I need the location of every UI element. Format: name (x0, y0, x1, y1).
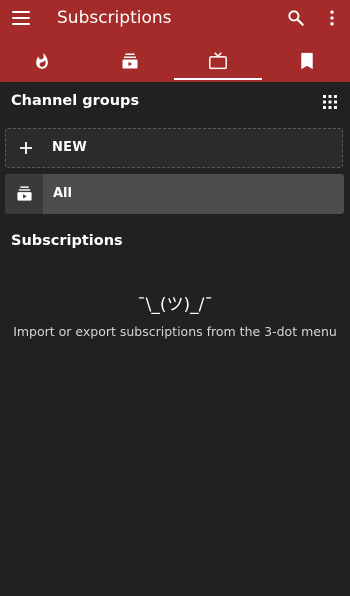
subscriptions-header: Subscriptions (11, 233, 123, 249)
tab-trending[interactable] (0, 40, 84, 82)
search-icon[interactable] (286, 8, 306, 28)
channel-group-label: All (53, 186, 72, 201)
app-bar: Subscriptions (0, 0, 350, 82)
page-title: Subscriptions (57, 8, 172, 28)
tab-bookmarks[interactable] (264, 40, 350, 82)
grid-view-icon[interactable] (322, 94, 338, 110)
tv-icon (208, 52, 228, 70)
bookmark-icon (299, 52, 315, 70)
plus-icon (20, 142, 32, 154)
selected-tab-indicator (174, 78, 262, 80)
channel-group-all[interactable]: All (5, 174, 344, 214)
tab-subscriptions-feed[interactable] (88, 40, 172, 82)
subscriptions-icon (17, 186, 32, 201)
new-channel-group-button[interactable]: NEW (5, 128, 343, 168)
hamburger-menu-icon[interactable] (12, 11, 30, 25)
channel-groups-header: Channel groups (11, 93, 140, 109)
empty-state-emoticon: ¯\_(ツ)_/¯ (137, 295, 213, 315)
fire-icon (33, 52, 51, 70)
more-vert-icon[interactable] (322, 8, 342, 28)
tab-bar (0, 40, 350, 82)
new-channel-group-label: NEW (52, 140, 87, 155)
empty-state-message: Import or export subscriptions from the … (13, 324, 337, 339)
toolbar: Subscriptions (0, 0, 350, 38)
channel-group-icon-box (5, 174, 43, 214)
tab-channels[interactable] (174, 40, 262, 82)
subscriptions-icon (121, 52, 139, 70)
